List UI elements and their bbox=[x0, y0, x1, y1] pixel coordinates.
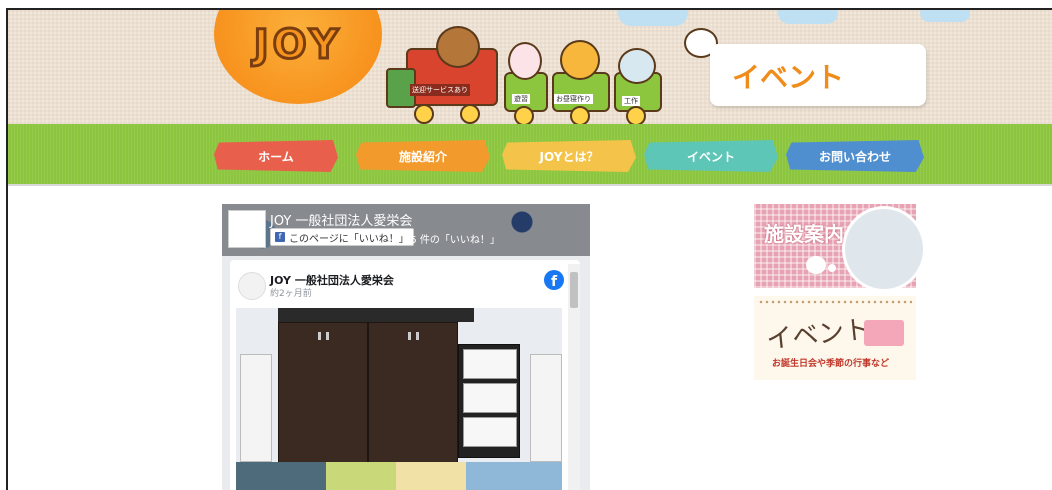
nav-item-event[interactable]: イベント bbox=[644, 140, 778, 172]
fb-scrollbar[interactable] bbox=[568, 264, 580, 490]
wheel-icon bbox=[626, 106, 646, 126]
facility-banner[interactable]: 施設案内 bbox=[754, 204, 926, 292]
heater-in-photo bbox=[530, 354, 562, 462]
train-sign: 送迎サービスあり bbox=[410, 84, 470, 96]
nav-divider bbox=[8, 184, 1052, 186]
facebook-page-widget: JOY 一般社団法人愛栄会 f このページに「いいね！」 15 件の「いいね！」… bbox=[222, 204, 590, 490]
fb-page-name[interactable]: JOY 一般社団法人愛栄会 bbox=[270, 210, 412, 229]
event-banner[interactable]: イベント お誕生日会や季節の行事など bbox=[754, 296, 916, 380]
train-sign: 遊習 bbox=[512, 94, 530, 104]
nav-item-about[interactable]: JOYとは？ bbox=[502, 140, 636, 172]
facebook-icon[interactable]: f bbox=[544, 270, 564, 290]
drawer bbox=[463, 349, 517, 379]
train-illustration: 送迎サービスあり 遊習 お昼寝作り 工作 bbox=[380, 20, 690, 126]
nav-item-facility[interactable]: 施設紹介 bbox=[356, 140, 490, 172]
cloud-decoration bbox=[920, 10, 970, 22]
fb-page-avatar[interactable] bbox=[228, 210, 266, 248]
bubble-decoration bbox=[806, 256, 826, 274]
facility-photo bbox=[842, 206, 926, 292]
drawer bbox=[463, 417, 517, 447]
knob bbox=[326, 332, 329, 340]
mat-in-photo bbox=[466, 462, 562, 490]
event-banner-label: イベント bbox=[764, 314, 872, 356]
bubble-decoration bbox=[828, 264, 836, 272]
cake-icon bbox=[864, 320, 904, 346]
nav-item-contact[interactable]: お問い合わせ bbox=[786, 140, 924, 172]
logo-text: JOY bbox=[252, 21, 343, 70]
fb-post: JOY 一般社団法人愛栄会 約2ヶ月前 f bbox=[230, 260, 580, 490]
event-banner-subtitle: お誕生日会や季節の行事など bbox=[772, 359, 890, 369]
wheel-icon bbox=[414, 104, 434, 124]
site-logo[interactable]: JOY bbox=[214, 10, 382, 104]
knob bbox=[318, 332, 321, 340]
drawer bbox=[463, 383, 517, 413]
fb-scrollbar-thumb[interactable] bbox=[570, 272, 578, 308]
drawer-unit-in-photo bbox=[458, 344, 520, 458]
site-header: JOY 送迎サービスあり 遊習 お昼寝作り 工作 イベント bbox=[8, 10, 1052, 126]
facebook-f-icon: f bbox=[275, 232, 285, 242]
mat-in-photo bbox=[396, 462, 466, 490]
fb-like-count: 15 件の「いいね！」 bbox=[404, 235, 500, 246]
train-sign: お昼寝作り bbox=[554, 94, 593, 104]
facility-banner-label: 施設案内 bbox=[764, 222, 844, 246]
tv-in-photo bbox=[278, 308, 474, 322]
bear-character bbox=[436, 26, 480, 68]
knob bbox=[416, 332, 419, 340]
post-photo[interactable] bbox=[236, 308, 562, 490]
cabinet-in-photo bbox=[278, 322, 368, 464]
tiger-character bbox=[560, 40, 600, 80]
post-avatar[interactable] bbox=[238, 272, 266, 300]
rabbit-character bbox=[508, 42, 542, 80]
dotted-border bbox=[758, 300, 912, 304]
nav-item-home[interactable]: ホーム bbox=[214, 140, 338, 172]
mat-in-photo bbox=[326, 462, 396, 490]
wheel-icon bbox=[460, 104, 480, 124]
post-timestamp[interactable]: 約2ヶ月前 bbox=[270, 286, 312, 299]
fb-like-button[interactable]: f このページに「いいね！」 bbox=[270, 228, 414, 246]
cabinet-in-photo bbox=[368, 322, 458, 464]
browser-viewport: JOY 送迎サービスあり 遊習 お昼寝作り 工作 イベント ホーム 施設紹介 J… bbox=[6, 8, 1052, 490]
page-title-box: イベント bbox=[710, 44, 926, 106]
mouse-character bbox=[618, 48, 656, 84]
knob bbox=[408, 332, 411, 340]
train-sign: 工作 bbox=[622, 96, 640, 106]
fb-like-label: このページに「いいね！」 bbox=[289, 233, 409, 245]
wheel-icon bbox=[570, 106, 590, 126]
page-title: イベント bbox=[732, 61, 845, 94]
cloud-decoration bbox=[778, 10, 838, 24]
heater-in-photo bbox=[240, 354, 272, 462]
wheel-icon bbox=[514, 106, 534, 126]
